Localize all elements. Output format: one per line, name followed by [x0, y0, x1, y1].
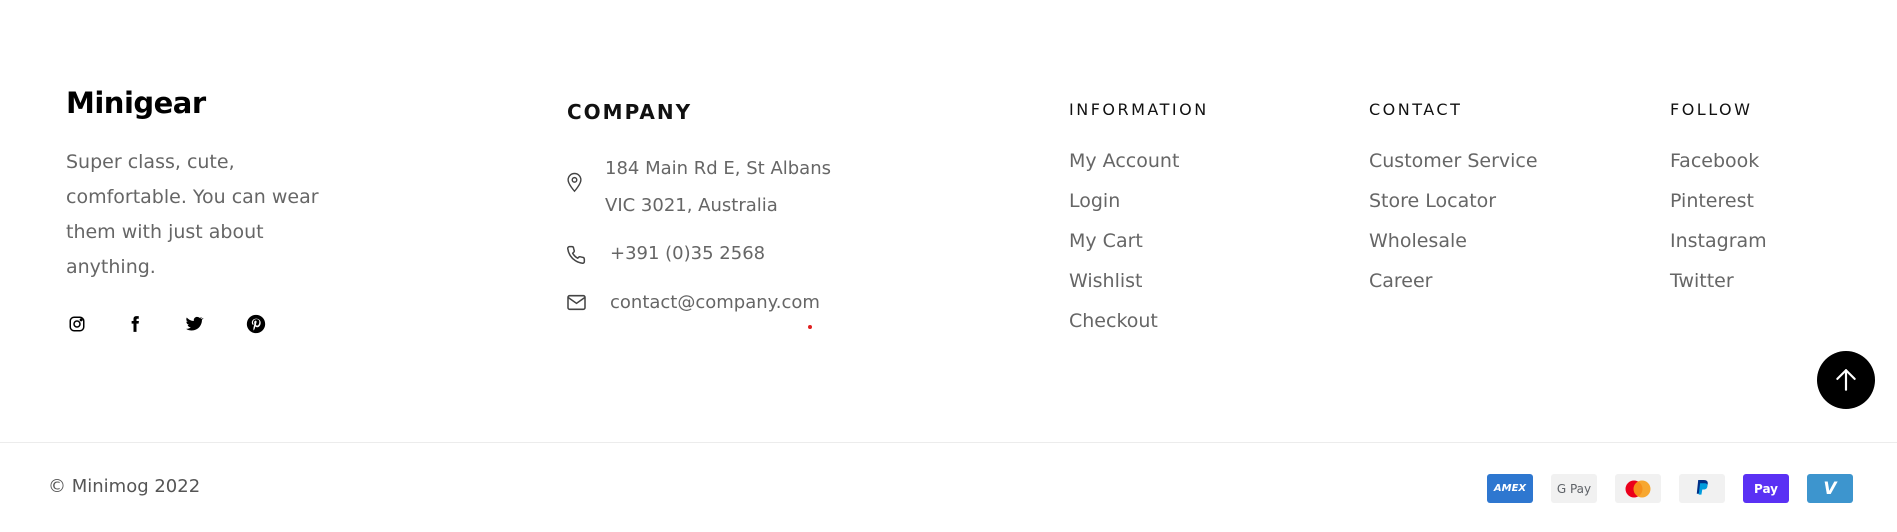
address-line-1: 184 Main Rd E, St Albans	[605, 158, 832, 179]
link-pinterest[interactable]: Pinterest	[1670, 189, 1767, 229]
pinterest-link[interactable]	[244, 311, 268, 337]
link-wishlist[interactable]: Wishlist	[1069, 269, 1179, 309]
phone-number[interactable]: +391 (0)35 2568	[610, 243, 765, 265]
venmo-icon: V	[1807, 474, 1853, 503]
address-row: 184 Main Rd E, St Albans VIC 3021, Austr…	[566, 158, 831, 224]
amex-label: AMEX	[1493, 483, 1527, 494]
company-heading: COMPANY	[567, 100, 693, 124]
footer-divider	[0, 442, 1897, 443]
link-instagram[interactable]: Instagram	[1670, 229, 1767, 269]
facebook-link[interactable]	[124, 311, 146, 337]
paypal-icon	[1679, 474, 1725, 503]
red-dot-marker	[808, 325, 812, 329]
pinterest-icon	[246, 314, 266, 334]
instagram-icon	[69, 316, 85, 332]
link-store-locator[interactable]: Store Locator	[1369, 189, 1538, 229]
facebook-icon	[131, 316, 139, 332]
mail-icon	[566, 294, 588, 315]
shop-pay-label: Pay	[1753, 481, 1779, 496]
link-login[interactable]: Login	[1069, 189, 1179, 229]
information-links: My Account Login My Cart Wishlist Checko…	[1069, 149, 1179, 349]
link-career[interactable]: Career	[1369, 269, 1538, 309]
phone-icon	[566, 245, 588, 269]
arrow-up-icon	[1836, 369, 1856, 391]
twitter-link[interactable]	[183, 311, 205, 337]
link-twitter[interactable]: Twitter	[1670, 269, 1767, 309]
email-row[interactable]: contact@company.com	[566, 292, 820, 315]
brand-logo[interactable]: Minigear	[66, 86, 206, 120]
link-my-account[interactable]: My Account	[1069, 149, 1179, 189]
link-checkout[interactable]: Checkout	[1069, 309, 1179, 349]
contact-heading: CONTACT	[1369, 100, 1463, 119]
mastercard-icon	[1615, 474, 1661, 503]
email-address[interactable]: contact@company.com	[610, 292, 820, 314]
information-heading: INFORMATION	[1069, 100, 1209, 119]
shop-pay-icon: Pay	[1743, 474, 1789, 503]
follow-heading: FOLLOW	[1670, 100, 1753, 119]
address-line-2: VIC 3021, Australia	[605, 195, 778, 216]
location-pin-icon	[566, 171, 588, 197]
link-customer-service[interactable]: Customer Service	[1369, 149, 1538, 189]
brand-description: Super class, cute, comfortable. You can …	[66, 151, 319, 278]
back-to-top-button[interactable]	[1817, 351, 1875, 409]
instagram-link[interactable]	[66, 311, 88, 337]
google-pay-label: G Pay	[1556, 481, 1592, 496]
link-facebook[interactable]: Facebook	[1670, 149, 1767, 189]
copyright-text: © Minimog 2022	[48, 476, 201, 497]
follow-links: Facebook Pinterest Instagram Twitter	[1670, 149, 1767, 309]
link-my-cart[interactable]: My Cart	[1069, 229, 1179, 269]
venmo-label: V	[1823, 478, 1837, 499]
amex-icon: AMEX	[1487, 474, 1533, 503]
twitter-icon	[186, 316, 204, 331]
phone-row[interactable]: +391 (0)35 2568	[566, 243, 765, 269]
google-pay-icon: G Pay	[1551, 474, 1597, 503]
contact-links: Customer Service Store Locator Wholesale…	[1369, 149, 1538, 309]
link-wholesale[interactable]: Wholesale	[1369, 229, 1538, 269]
